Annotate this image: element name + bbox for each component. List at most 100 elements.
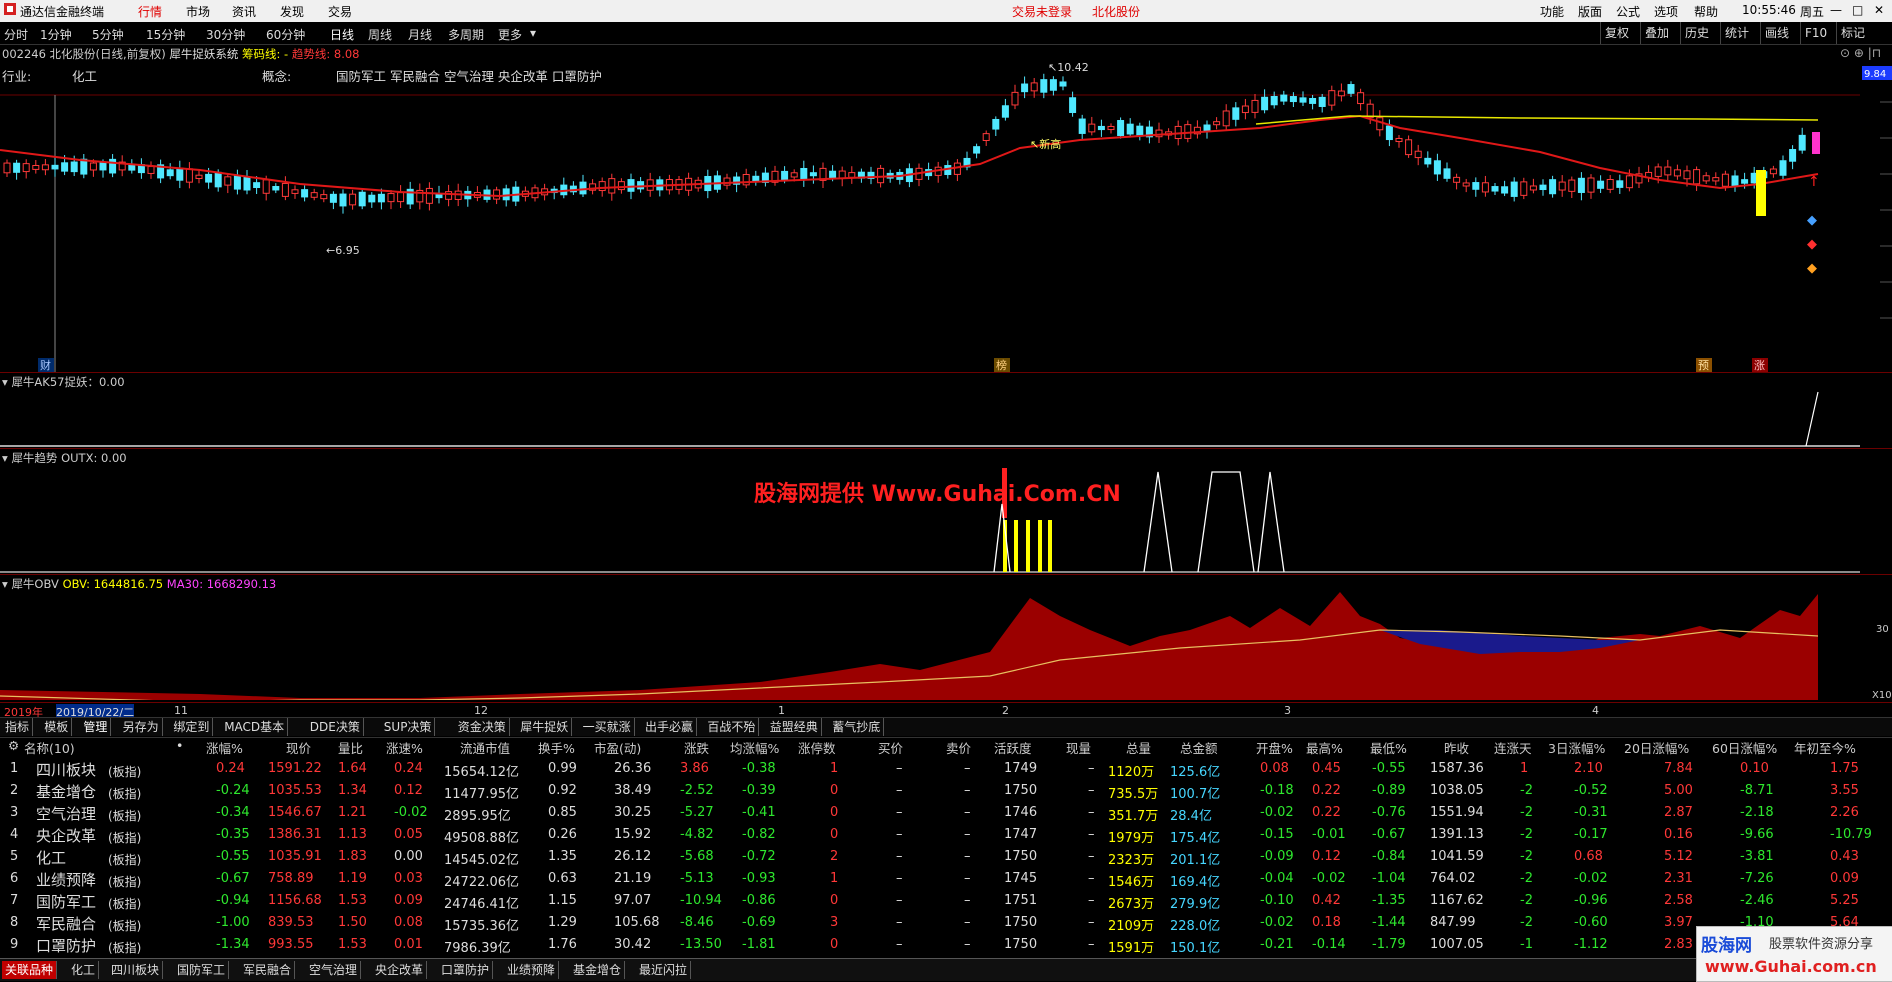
col-pct[interactable]: 涨幅% bbox=[206, 738, 243, 757]
tool-tab-11[interactable]: 出手必赢 bbox=[642, 718, 698, 736]
tool-tab-4[interactable]: 绑定到 bbox=[170, 718, 214, 736]
col-up-days[interactable]: 连涨天 bbox=[1494, 738, 1532, 757]
btn-mark[interactable]: 标记 bbox=[1836, 22, 1869, 44]
period-tick[interactable]: 分时 bbox=[4, 26, 28, 43]
col-limit-up[interactable]: 涨停数 bbox=[798, 738, 836, 757]
col-bid[interactable]: 买价 bbox=[878, 738, 903, 757]
col-change[interactable]: 涨跌 bbox=[684, 738, 709, 757]
period-daily[interactable]: 日线 bbox=[330, 26, 354, 43]
tool-tab-1[interactable]: 模板 bbox=[41, 718, 73, 736]
marker-cai[interactable]: 财 bbox=[40, 358, 51, 372]
period-60min[interactable]: 60分钟 bbox=[266, 26, 305, 43]
period-1min[interactable]: 1分钟 bbox=[40, 26, 72, 43]
bottom-tab-7[interactable]: 口罩防护 bbox=[438, 961, 494, 979]
period-30min[interactable]: 30分钟 bbox=[206, 26, 245, 43]
bottom-tab-6[interactable]: 央企改革 bbox=[372, 961, 428, 979]
menu-function[interactable]: 功能 bbox=[1540, 3, 1564, 20]
menu-discover[interactable]: 发现 bbox=[280, 3, 304, 20]
menu-trade[interactable]: 交易 bbox=[328, 3, 352, 20]
bottom-tab-10[interactable]: 最近闪拉 bbox=[636, 961, 692, 979]
period-more[interactable]: 更多 bbox=[498, 26, 522, 43]
tool-tab-13[interactable]: 益盟经典 bbox=[767, 718, 822, 736]
col-pe[interactable]: 市盈(动) bbox=[594, 738, 641, 757]
col-3d[interactable]: 3日涨幅% bbox=[1548, 738, 1605, 757]
col-total-vol[interactable]: 总量 bbox=[1126, 738, 1151, 757]
marker-yu[interactable]: 预 bbox=[1698, 359, 1709, 372]
table-row[interactable]: 2 基金增仓 (板指) -0.24 1035.53 1.34 0.12 11477.95亿 0.… bbox=[0, 780, 1892, 802]
btn-adjust[interactable]: 复权 bbox=[1600, 22, 1633, 44]
sub1-chart[interactable] bbox=[0, 388, 1892, 448]
bottom-tab-1[interactable]: 化工 bbox=[68, 961, 100, 979]
table-row[interactable]: 5 化工 (板指) -0.55 1035.91 1.83 0.00 14545.02亿 1.35… bbox=[0, 846, 1892, 868]
table-row[interactable]: 6 业绩预降 (板指) -0.67 758.89 1.19 0.03 24722.06亿 0.6… bbox=[0, 868, 1892, 890]
menu-news[interactable]: 资讯 bbox=[232, 3, 256, 20]
menu-formula[interactable]: 公式 bbox=[1616, 3, 1640, 20]
tool-tab-5[interactable]: MACD基本 bbox=[221, 718, 289, 736]
btn-draw[interactable]: 画线 bbox=[1760, 22, 1793, 44]
obv-chart[interactable]: 30 bbox=[0, 590, 1892, 700]
tool-tab-12[interactable]: 百战不殆 bbox=[704, 718, 760, 736]
marker-zhang[interactable]: 涨 bbox=[1754, 359, 1765, 372]
col-float-mv[interactable]: 流通市值 bbox=[460, 738, 510, 757]
bottom-tab-2[interactable]: 四川板块 bbox=[108, 961, 164, 979]
trade-login-status[interactable]: 交易未登录 bbox=[1012, 3, 1072, 20]
tool-tab-7[interactable]: SUP决策 bbox=[381, 718, 436, 736]
col-60d[interactable]: 60日涨幅% bbox=[1712, 738, 1777, 757]
tool-tab-6[interactable]: DDE决策 bbox=[307, 718, 364, 736]
bottom-tab-3[interactable]: 国防军工 bbox=[174, 961, 230, 979]
btn-history[interactable]: 历史 bbox=[1680, 22, 1713, 44]
btn-f10[interactable]: F10 bbox=[1800, 22, 1831, 44]
col-turnover[interactable]: 换手% bbox=[538, 738, 575, 757]
period-15min[interactable]: 15分钟 bbox=[146, 26, 185, 43]
col-speed[interactable]: 涨速% bbox=[386, 738, 423, 757]
chevron-down-icon[interactable]: ▾ bbox=[530, 26, 536, 40]
minimize-icon[interactable]: — bbox=[1830, 3, 1842, 17]
marker-bang[interactable]: 榜 bbox=[996, 358, 1007, 372]
col-amount[interactable]: 总金额 bbox=[1180, 738, 1218, 757]
bottom-tab-0[interactable]: 关联品种 bbox=[2, 961, 58, 979]
period-multi[interactable]: 多周期 bbox=[448, 26, 484, 43]
col-ytd[interactable]: 年初至今% bbox=[1794, 738, 1856, 757]
col-ask[interactable]: 卖价 bbox=[946, 738, 971, 757]
col-avg-pct[interactable]: 均涨幅% bbox=[730, 738, 779, 757]
menu-quotes[interactable]: 行情 bbox=[138, 3, 162, 20]
col-name[interactable]: 名称(10) bbox=[24, 738, 75, 757]
main-kline-chart[interactable]: ↑ ◆ ◆ ◆ ↖10.42 ←6.95 ↖新高 9.84 财 榜 预 涨 bbox=[0, 58, 1892, 378]
maximize-icon[interactable]: □ bbox=[1852, 3, 1863, 17]
col-open[interactable]: 开盘% bbox=[1256, 738, 1293, 757]
bottom-tab-8[interactable]: 业绩预降 bbox=[504, 961, 560, 979]
table-row[interactable]: 3 空气治理 (板指) -0.34 1546.67 1.21 -0.02 2895.95亿 0.… bbox=[0, 802, 1892, 824]
period-weekly[interactable]: 周线 bbox=[368, 26, 392, 43]
menu-help[interactable]: 帮助 bbox=[1694, 3, 1718, 20]
btn-overlay[interactable]: 叠加 bbox=[1640, 22, 1673, 44]
col-prev-close[interactable]: 昨收 bbox=[1444, 738, 1469, 757]
tool-tab-2[interactable]: 管理 bbox=[80, 718, 112, 736]
tool-tab-10[interactable]: 一买就涨 bbox=[580, 718, 635, 736]
table-row[interactable]: 7 国防军工 (板指) -0.94 1156.68 1.53 0.09 24746.41亿 1.… bbox=[0, 890, 1892, 912]
table-row[interactable]: 1 四川板块 (板指) 0.24 1591.22 1.64 0.24 15654.12亿 0.9… bbox=[0, 758, 1892, 780]
col-low[interactable]: 最低% bbox=[1370, 738, 1407, 757]
table-row[interactable]: 4 央企改革 (板指) -0.35 1386.31 1.13 0.05 49508.88亿 0.… bbox=[0, 824, 1892, 846]
col-high[interactable]: 最高% bbox=[1306, 738, 1343, 757]
col-cur-vol[interactable]: 现量 bbox=[1066, 738, 1091, 757]
table-row[interactable]: 8 军民融合 (板指) -1.00 839.53 1.50 0.08 15735.36亿 1.2… bbox=[0, 912, 1892, 934]
menu-market[interactable]: 市场 bbox=[186, 3, 210, 20]
period-5min[interactable]: 5分钟 bbox=[92, 26, 124, 43]
col-20d[interactable]: 20日涨幅% bbox=[1624, 738, 1689, 757]
period-monthly[interactable]: 月线 bbox=[408, 26, 432, 43]
table-row[interactable]: 9 口罩防护 (板指) -1.34 993.55 1.53 0.01 7986.39亿 1.76… bbox=[0, 934, 1892, 956]
btn-stats[interactable]: 统计 bbox=[1720, 22, 1753, 44]
settings-gear-icon[interactable]: ⚙ bbox=[8, 738, 19, 753]
tool-tab-9[interactable]: 犀牛捉妖 bbox=[517, 718, 573, 736]
col-activity[interactable]: 活跃度 bbox=[994, 738, 1032, 757]
close-icon[interactable]: ✕ bbox=[1874, 3, 1884, 17]
bottom-tab-9[interactable]: 基金增仓 bbox=[570, 961, 626, 979]
sub2-chart[interactable] bbox=[0, 464, 1892, 574]
bottom-tab-4[interactable]: 军民融合 bbox=[240, 961, 296, 979]
menu-layout[interactable]: 版面 bbox=[1578, 3, 1602, 20]
bottom-tab-5[interactable]: 空气治理 bbox=[306, 961, 362, 979]
tool-tab-8[interactable]: 资金决策 bbox=[455, 718, 510, 736]
tool-tab-3[interactable]: 另存为 bbox=[120, 718, 163, 736]
col-price[interactable]: 现价 bbox=[286, 738, 311, 757]
tool-tab-0[interactable]: 指标 bbox=[2, 718, 34, 736]
